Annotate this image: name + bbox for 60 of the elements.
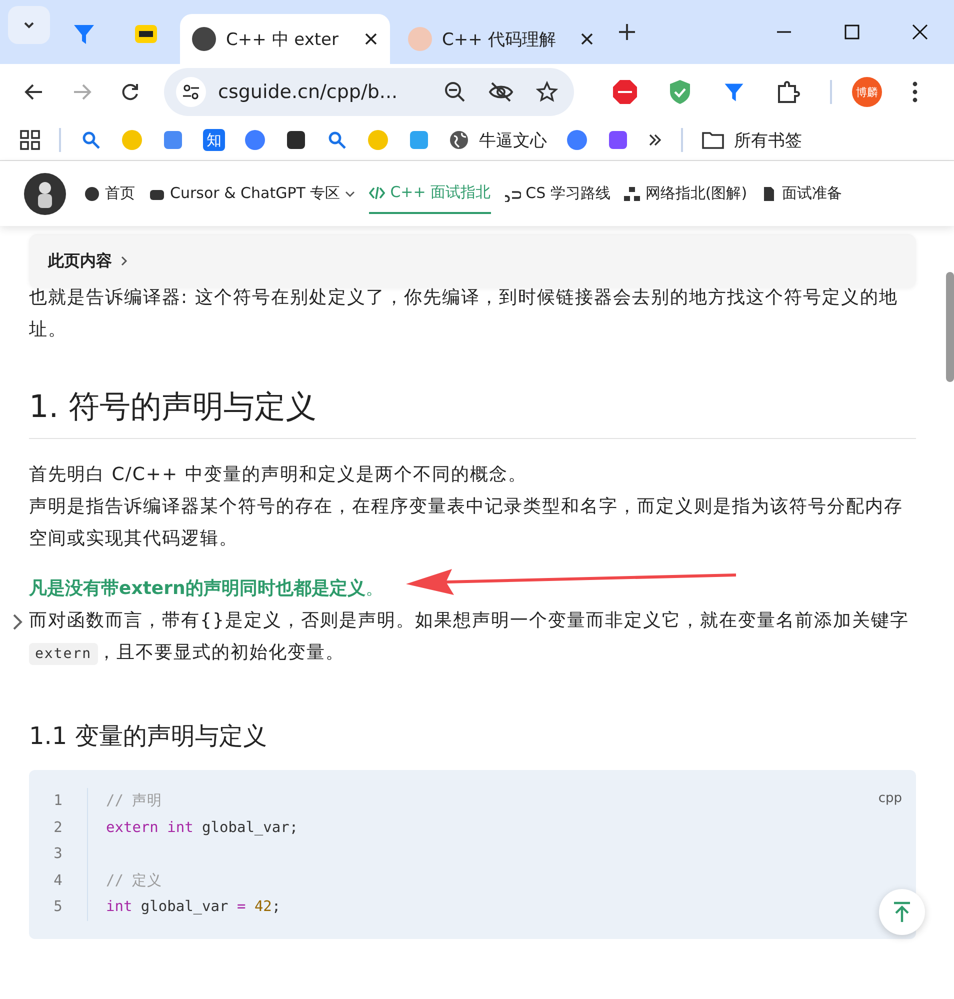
paragraph: 声明是指告诉编译器某个符号的存在，在程序变量表中记录类型和名字，而定义则是指为该符号分配内存空间或实现其代码逻辑。 (29, 495, 904, 551)
paragraph: 首先明白 C/C++ 中变量的声明和定义是两个不同的概念。 (29, 463, 528, 487)
subsection-heading: 1.1 变量的声明与定义 (29, 721, 268, 752)
zoom-out-icon[interactable] (444, 81, 466, 103)
puzzle-icon[interactable] (776, 80, 800, 104)
tab[interactable]: C++ 中 exter (180, 14, 390, 64)
paragraph: 而对函数而言，带有{}是定义，否则是声明。如果想声明一个变量而非定义它，就在变量名前添加关键字 extern ，且不要显式的初始化变量。 (29, 609, 910, 667)
close-icon[interactable] (364, 32, 378, 46)
close-icon[interactable] (580, 32, 594, 46)
line-number: 2 (54, 818, 62, 838)
paragraph: 也就是告诉编译器: 这个符号在别处定义了，你先编译，到时候链接器会去别的地方找这个符号定义的地址。 (29, 286, 899, 342)
eye-slash-icon[interactable] (488, 81, 514, 103)
line-number: 5 (54, 898, 62, 918)
nav-icon (624, 186, 640, 202)
line-number: 1 (54, 792, 62, 811)
toc-button[interactable]: 此页内容 (29, 234, 916, 288)
star-icon[interactable] (536, 81, 558, 103)
line-number: 4 (54, 872, 62, 891)
stop-sign-icon[interactable] (612, 79, 638, 105)
site-logo[interactable] (24, 172, 66, 214)
code-line: // 定义 (106, 872, 162, 889)
more-icon[interactable] (912, 81, 918, 103)
line-number: 3 (54, 845, 62, 864)
tab[interactable]: C++ 代码理解 (396, 14, 606, 64)
shield-icon[interactable] (668, 79, 692, 105)
nav-link[interactable]: 首页 (84, 174, 135, 214)
bookmark-button[interactable]: 知 (203, 129, 225, 151)
address-bar[interactable]: csguide.cn/cpp/b... (164, 68, 574, 116)
nav-icon (84, 186, 100, 202)
nav-link[interactable]: Cursor & ChatGPT 专区 (149, 174, 356, 214)
bookmark-icon[interactable] (285, 129, 307, 151)
expand-chevron-icon[interactable] (12, 613, 24, 631)
favicon-icon (408, 27, 432, 51)
nav-link[interactable]: CS 学习路线 (504, 174, 610, 214)
folder-icon (702, 130, 724, 150)
apps-grid-icon[interactable] (20, 130, 40, 150)
nav-link[interactable]: 网络指北(图解) (624, 174, 748, 214)
nav-icon (369, 184, 386, 200)
chevrons-icon[interactable] (648, 133, 662, 147)
highlighted-sentence: 凡是没有带extern的声明同时也都是定义。 (29, 577, 384, 601)
arrow-up-icon (892, 901, 912, 923)
code-line: // 声明 (106, 793, 162, 809)
bookmark-button[interactable]: 牛逼文心 (449, 128, 547, 152)
section-heading: 1. 符号的声明与定义 (29, 386, 916, 439)
code-line: extern int global_var; (106, 820, 298, 836)
all-bookmarks-button[interactable]: 所有书签 (702, 128, 802, 152)
chevron-icon (120, 255, 128, 267)
globe-icon (449, 130, 469, 150)
maximize-icon[interactable] (844, 24, 860, 40)
reload-icon[interactable] (120, 82, 140, 102)
code-line: int global_var = 42; (106, 899, 281, 916)
favicon-icon (192, 27, 216, 51)
site-info-icon[interactable] (176, 77, 206, 107)
new-tab-icon[interactable] (618, 23, 636, 41)
back-icon[interactable] (24, 82, 44, 102)
scrollbar-thumb[interactable] (946, 272, 954, 382)
nav-link[interactable]: 面试准备 (761, 174, 842, 214)
favicon-icon (134, 22, 158, 46)
close-icon[interactable] (912, 24, 928, 40)
language-label: cpp (878, 790, 902, 808)
